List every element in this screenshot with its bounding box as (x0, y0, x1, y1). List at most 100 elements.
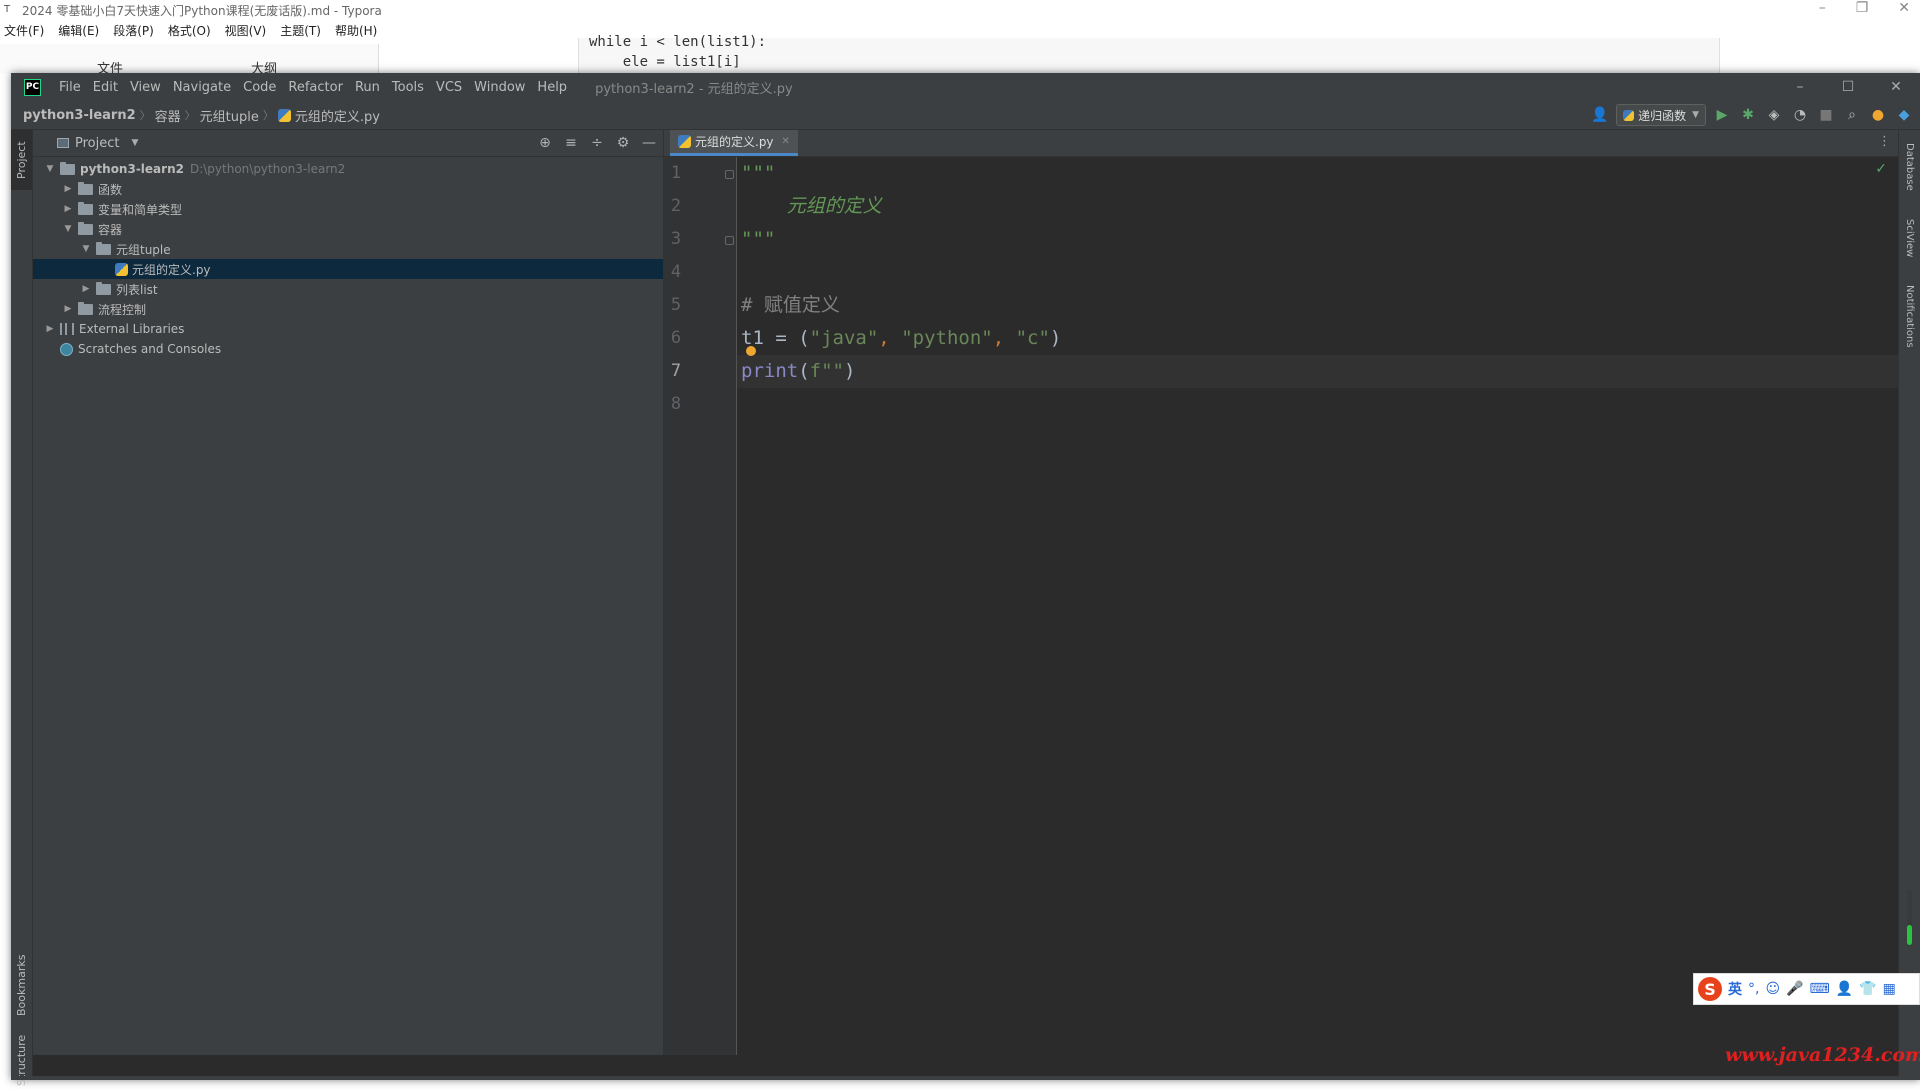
locate-icon[interactable]: ⊕ (537, 135, 553, 151)
ide-feature-icon[interactable]: ◆ (1894, 105, 1914, 125)
menu-code[interactable]: Code (237, 80, 282, 95)
typora-code-line: ele = list1[i] (589, 54, 741, 70)
line-number: 5 (670, 295, 682, 315)
minimize-icon[interactable]: – (1776, 73, 1824, 101)
tool-tab-project[interactable]: Project (11, 130, 32, 190)
inspection-ok-icon[interactable]: ✓ (1875, 161, 1887, 177)
ime-keyboard-icon[interactable]: ⌨ (1810, 981, 1830, 997)
menu-run[interactable]: Run (349, 80, 386, 95)
breadcrumb-project[interactable]: python3-learn2 (23, 108, 136, 123)
update-icon[interactable]: ● (1868, 105, 1888, 125)
fold-marker-icon[interactable] (725, 236, 734, 245)
editor-scrollbar[interactable] (1907, 890, 1912, 945)
tree-item-label: 变量和简单类型 (98, 202, 183, 217)
account-icon[interactable]: 👤 (1590, 105, 1610, 125)
profile-icon[interactable]: ◔ (1790, 105, 1810, 125)
ime-skin-icon[interactable]: 👕 (1859, 981, 1876, 997)
editor-tab-label: 元组的定义.py (695, 135, 774, 149)
ime-language-toggle[interactable]: 英 (1728, 979, 1742, 999)
tree-item-project-root[interactable]: ▼ python3-learn2 D:\python\python3-learn… (33, 159, 673, 179)
typora-menu-paragraph[interactable]: 段落(P) (113, 22, 154, 42)
run-icon[interactable]: ▶ (1712, 105, 1732, 125)
chevron-down-icon[interactable]: ▼ (43, 164, 57, 174)
project-view-selector[interactable]: Project ▼ (57, 136, 138, 151)
menu-help[interactable]: Help (531, 80, 573, 95)
maximize-icon[interactable]: ☐ (1824, 73, 1872, 101)
chevron-right-icon[interactable]: ▶ (61, 204, 75, 214)
intention-bulb-icon[interactable] (746, 346, 756, 356)
sogou-logo-icon[interactable]: S (1698, 977, 1722, 1001)
tree-item-scratches[interactable]: Scratches and Consoles (33, 339, 687, 359)
chevron-right-icon[interactable]: ▶ (79, 284, 93, 294)
menu-view[interactable]: View (124, 80, 167, 95)
chevron-right-icon[interactable]: ▶ (43, 324, 57, 334)
code-editor[interactable]: """ 元组的定义 """ # 赋值定义 t1 = ("java", "pyth… (737, 157, 1899, 1055)
pycharm-logo-icon: PC (24, 78, 41, 96)
typora-menu-file[interactable]: 文件(F) (4, 22, 44, 42)
ime-punctuation-icon[interactable]: °, (1748, 981, 1759, 997)
fold-marker-icon[interactable] (725, 170, 734, 179)
typora-menu-format[interactable]: 格式(O) (168, 22, 211, 42)
tree-item-folder[interactable]: ▶ 流程控制 (33, 299, 691, 319)
pycharm-window: PC File Edit View Navigate Code Refactor… (11, 73, 1920, 1086)
ime-toolbar: S 英 °, ☺ 🎤 ⌨ 👤 👕 ▦ (1693, 973, 1920, 1005)
menu-file[interactable]: File (53, 80, 87, 95)
typora-menu-view[interactable]: 视图(V) (225, 22, 267, 42)
run-configuration-select[interactable]: 递归函数 ▼ (1616, 104, 1706, 126)
ime-user-icon[interactable]: 👤 (1836, 981, 1853, 997)
chevron-right-icon[interactable]: ▶ (61, 184, 75, 194)
close-tab-icon[interactable]: ✕ (782, 136, 790, 147)
breadcrumb-file[interactable]: 元组的定义.py (295, 106, 380, 125)
tree-item-label: 元组tuple (116, 242, 171, 257)
typora-menu-theme[interactable]: 主题(T) (280, 22, 321, 42)
menu-navigate[interactable]: Navigate (167, 80, 237, 95)
debug-icon[interactable]: ✱ (1738, 105, 1758, 125)
tree-item-folder[interactable]: ▶ 列表list (33, 279, 709, 299)
tree-item-folder[interactable]: ▼ 元组tuple (33, 239, 709, 259)
menu-vcs[interactable]: VCS (430, 80, 468, 95)
pycharm-window-controls: – ☐ ✕ (1776, 73, 1920, 101)
search-icon[interactable]: ⌕ (1842, 105, 1862, 125)
close-icon[interactable]: ✕ (1872, 73, 1920, 101)
more-vertical-icon[interactable]: ⋮ (1878, 134, 1891, 149)
python-file-icon (115, 262, 128, 276)
hide-icon[interactable]: — (641, 135, 657, 151)
tool-tab-sciview[interactable]: SciView (1899, 208, 1920, 268)
restore-icon[interactable]: ❐ (1856, 0, 1869, 16)
tree-item-external-libraries[interactable]: ▶ External Libraries (33, 319, 673, 339)
ime-toolbox-icon[interactable]: ▦ (1883, 981, 1896, 997)
typora-app-icon: T (4, 4, 11, 15)
menu-edit[interactable]: Edit (87, 80, 124, 95)
stop-icon[interactable]: ■ (1816, 105, 1836, 125)
breadcrumb-folder[interactable]: 容器 (155, 106, 181, 125)
expand-all-icon[interactable]: ≡ (563, 135, 579, 151)
collapse-all-icon[interactable]: ÷ (589, 135, 605, 151)
typora-menu-help[interactable]: 帮助(H) (335, 22, 377, 42)
tree-item-folder[interactable]: ▶ 函数 (33, 179, 691, 199)
tree-item-file-selected[interactable]: 元组的定义.py (33, 259, 663, 279)
tree-item-label: External Libraries (79, 322, 185, 336)
menu-refactor[interactable]: Refactor (282, 80, 349, 95)
gear-icon[interactable]: ⚙ (615, 135, 631, 151)
menu-window[interactable]: Window (468, 80, 531, 95)
tool-tab-notifications[interactable]: Notifications (1899, 276, 1920, 356)
ime-voice-icon[interactable]: 🎤 (1786, 981, 1803, 997)
folder-icon (60, 161, 75, 175)
close-icon[interactable]: ✕ (1898, 0, 1910, 16)
chevron-down-icon[interactable]: ▼ (61, 224, 75, 234)
coverage-icon[interactable]: ◈ (1764, 105, 1784, 125)
python-file-icon (277, 108, 291, 122)
minimize-icon[interactable]: – (1819, 0, 1826, 16)
ime-emoji-icon[interactable]: ☺ (1765, 981, 1780, 997)
tree-item-folder[interactable]: ▶ 变量和简单类型 (33, 199, 691, 219)
editor-tab-active[interactable]: 元组的定义.py ✕ (670, 130, 798, 156)
typora-menu-edit[interactable]: 编辑(E) (58, 22, 99, 42)
breadcrumb-folder[interactable]: 元组tuple (200, 106, 259, 125)
tree-item-folder[interactable]: ▼ 容器 (33, 219, 691, 239)
tool-tab-bookmarks[interactable]: Bookmarks (11, 950, 32, 1020)
chevron-down-icon[interactable]: ▼ (79, 244, 93, 254)
tool-tab-database[interactable]: Database (1899, 132, 1920, 202)
tool-tab-structure[interactable]: Structure (11, 1030, 32, 1090)
chevron-right-icon[interactable]: ▶ (61, 304, 75, 314)
menu-tools[interactable]: Tools (386, 80, 430, 95)
